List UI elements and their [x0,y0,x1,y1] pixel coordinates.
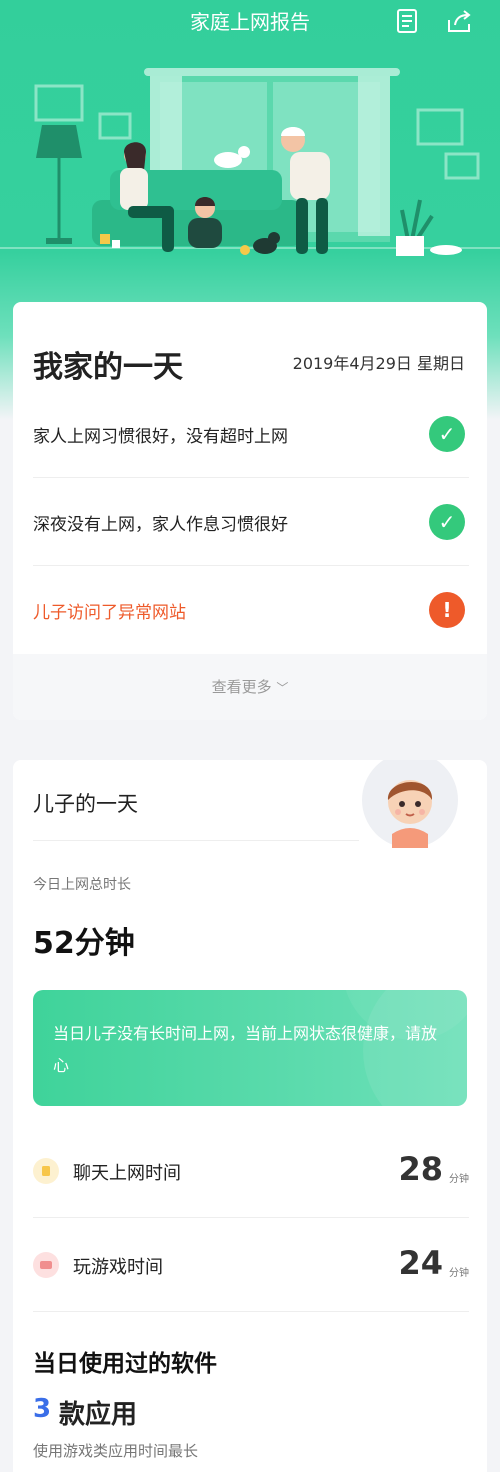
summary-date: 2019年4月29日 星期日 [292,354,465,373]
apps-section-title: 当日使用过的软件 [33,1351,217,1377]
stat-value: 28 [398,1150,443,1188]
stat-label: 玩游戏时间 [73,1257,163,1278]
chat-icon [33,1158,59,1184]
total-time-label: 今日上网总时长 [33,877,131,893]
chat-time-row[interactable]: 聊天上网时间 28 分钟 [33,1124,469,1218]
apps-count: 3 [33,1394,52,1424]
exclamation-circle-icon: ! [429,592,465,628]
family-summary-card: 我家的一天 2019年4月29日 星期日 家人上网习惯很好，没有超时上网 ✓ 深… [13,302,487,720]
game-icon [33,1252,59,1278]
apps-count-label: 款应用 [59,1400,138,1430]
status-item-text: 深夜没有上网，家人作息习惯很好 [33,515,288,535]
divider [33,840,359,841]
check-circle-icon: ✓ [429,416,465,452]
family-illustration [0,68,500,256]
document-icon[interactable] [392,6,422,36]
view-more-button[interactable]: 查看更多 ﹀ [13,654,487,720]
apps-note: 使用游戏类应用时间最长 [33,1442,199,1460]
stat-unit: 分钟 [449,1268,469,1279]
stat-label: 聊天上网时间 [73,1163,181,1184]
game-time-row[interactable]: 玩游戏时间 24 分钟 [33,1218,469,1312]
check-circle-icon: ✓ [429,504,465,540]
summary-title: 我家的一天 [33,350,183,385]
share-icon[interactable] [444,6,474,36]
status-item-text: 家人上网习惯很好，没有超时上网 [33,427,288,447]
health-banner: 当日儿子没有长时间上网，当前上网状态很健康，请放心 [33,990,467,1106]
boy-avatar-icon [387,780,433,848]
status-item-warning[interactable]: 儿子访问了异常网站 ! [33,566,469,654]
member-day-card: 儿子的一天 今日上网总时长 52分钟 当日儿子没有长时间上网，当前上网状态很健康… [13,760,487,1472]
avatar [358,760,462,852]
view-more-label: 查看更多 [211,678,272,696]
member-title: 儿子的一天 [33,792,138,816]
status-item: 深夜没有上网，家人作息习惯很好 ✓ [33,478,469,566]
status-item: 家人上网习惯很好，没有超时上网 ✓ [33,390,469,478]
chevron-down-icon: ﹀ [276,681,289,695]
stat-unit: 分钟 [449,1174,469,1185]
page-title: 家庭上网报告 [190,10,310,34]
health-banner-text: 当日儿子没有长时间上网，当前上网状态很健康，请放心 [53,1024,438,1075]
stat-value: 24 [398,1244,443,1282]
total-time-value: 52分钟 [33,926,135,961]
status-item-text: 儿子访问了异常网站 [33,603,186,623]
